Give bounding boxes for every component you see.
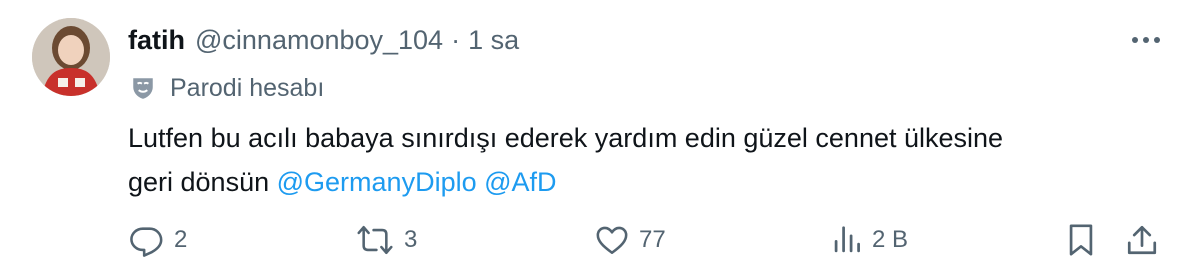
tweet-text-part: geri dönsün (128, 167, 270, 197)
timestamp[interactable]: 1 sa (468, 25, 519, 56)
repost-button[interactable]: 3 (356, 215, 417, 265)
repost-count: 3 (404, 226, 418, 253)
more-icon[interactable] (1128, 24, 1164, 56)
share-button[interactable] (1126, 215, 1158, 265)
repost-icon (356, 223, 394, 257)
parody-label-text: Parodi hesabı (170, 73, 325, 102)
like-button[interactable]: 77 (595, 215, 666, 265)
reply-count: 2 (174, 226, 188, 253)
tweet-text: Lutfen bu acılı babaya sınırdışı ederek … (128, 116, 1148, 204)
bookmark-icon (1066, 223, 1096, 257)
like-count: 77 (639, 226, 666, 253)
mention-link[interactable]: @AfD (484, 167, 556, 197)
views-icon (832, 223, 862, 257)
tweet-text-line: Lutfen bu acılı babaya sınırdışı ederek … (128, 123, 1004, 153)
user-handle[interactable]: @cinnamonboy_104 (195, 25, 443, 56)
views-button[interactable]: 2 B (832, 215, 908, 265)
view-count: 2 B (872, 226, 909, 253)
separator-dot: · (451, 24, 461, 55)
parody-mask-icon (133, 78, 153, 99)
like-icon (595, 224, 629, 256)
mention-link[interactable]: @GermanyDiplo (277, 167, 477, 197)
avatar[interactable] (32, 18, 110, 96)
tweet-header: fatih @cinnamonboy_104 · 1 sa (128, 20, 519, 60)
display-name[interactable]: fatih (128, 25, 185, 56)
reply-button[interactable]: 2 (130, 215, 187, 265)
reply-icon (130, 223, 164, 257)
tweet-actions: 2 3 77 2 B (0, 215, 1186, 265)
parody-label: Parodi hesabı (130, 68, 324, 108)
tweet-text-line-2: geri dönsün @GermanyDiplo @AfD (128, 160, 1148, 204)
share-icon (1126, 223, 1158, 257)
bookmark-button[interactable] (1066, 215, 1096, 265)
